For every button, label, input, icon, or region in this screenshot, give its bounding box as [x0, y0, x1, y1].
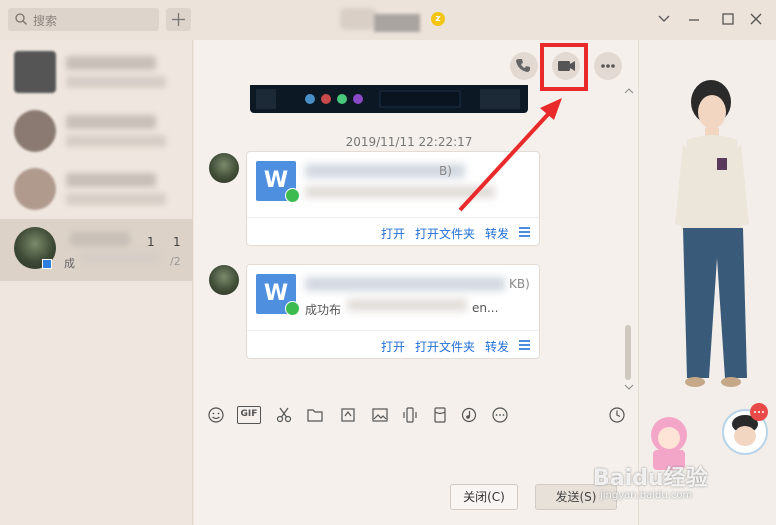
history-clock-icon[interactable] — [608, 406, 626, 424]
search-placeholder: 搜索 — [33, 14, 58, 28]
sticker-icon[interactable] — [339, 406, 357, 424]
file-size: B) — [439, 164, 452, 178]
contact-meta: 1 — [147, 235, 155, 249]
sender-avatar[interactable] — [209, 265, 239, 295]
file-message-card[interactable]: W B) 打开 打开文件夹 转发 — [246, 151, 540, 246]
menu-icon[interactable] — [519, 340, 530, 350]
checkmark-icon — [285, 301, 300, 316]
close-icon[interactable] — [748, 11, 764, 27]
menu-icon[interactable] — [519, 227, 530, 237]
checkmark-icon — [285, 188, 300, 203]
open-file-link[interactable]: 打开 — [381, 338, 405, 355]
image-message[interactable] — [250, 85, 528, 113]
maximize-icon[interactable] — [720, 11, 736, 27]
avatar-figure-illustration — [651, 80, 768, 470]
contact-count: 1 — [173, 235, 181, 249]
emoji-icon[interactable] — [207, 406, 225, 424]
forward-link[interactable]: 转发 — [485, 338, 509, 355]
scroll-down-icon[interactable] — [624, 384, 634, 392]
voice-call-button[interactable] — [510, 52, 538, 80]
more-options-button[interactable] — [594, 52, 622, 80]
folder-icon[interactable] — [306, 406, 324, 424]
baidu-watermark: Baidu经验 — [593, 466, 708, 491]
image-icon[interactable] — [371, 406, 389, 424]
search-icon — [15, 13, 27, 25]
close-button[interactable]: 关闭(C) — [450, 484, 518, 510]
more-icon — [601, 64, 615, 68]
vip-badge: z — [431, 12, 445, 26]
music-icon[interactable] — [460, 406, 478, 424]
contact-item[interactable] — [0, 102, 193, 162]
contact-item[interactable] — [0, 160, 193, 220]
contact-item[interactable] — [0, 43, 193, 103]
file-status: 成功布 — [305, 303, 342, 317]
shake-icon[interactable] — [401, 406, 419, 424]
plus-icon — [172, 13, 185, 26]
minimize-icon[interactable] — [686, 11, 702, 27]
chevron-down-icon[interactable] — [656, 11, 672, 27]
forward-link[interactable]: 转发 — [485, 225, 509, 242]
chat-title — [340, 6, 428, 32]
message-timestamp: 2019/11/11 22:22:17 — [345, 135, 473, 149]
contact-preview-tail: /2 — [170, 255, 181, 268]
search-box[interactable]: 搜索 — [8, 8, 159, 31]
open-folder-link[interactable]: 打开文件夹 — [415, 338, 475, 355]
message-input[interactable] — [194, 430, 638, 525]
title-bar: 搜索 z — [0, 0, 776, 40]
gif-button[interactable]: GIF — [237, 406, 261, 424]
open-file-link[interactable]: 打开 — [381, 225, 405, 242]
contact-item-selected[interactable]: 1 1 成 /2 — [0, 219, 193, 281]
contact-list: 1 1 成 /2 — [0, 40, 193, 525]
avatar — [14, 168, 56, 210]
sender-avatar[interactable] — [209, 153, 239, 183]
open-folder-link[interactable]: 打开文件夹 — [415, 225, 475, 242]
avatar — [14, 110, 56, 152]
more-tools-icon[interactable] — [491, 406, 509, 424]
scissors-icon[interactable] — [275, 406, 293, 424]
scroll-up-icon[interactable] — [624, 86, 634, 94]
baidu-watermark-url: jingyan.baidu.com — [600, 490, 693, 501]
scrollbar-thumb[interactable] — [625, 325, 631, 380]
phone-icon — [516, 59, 530, 72]
avatar — [14, 51, 56, 93]
file-message-card[interactable]: W KB) 成功布 en... 打开 打开文件夹 转发 — [246, 264, 540, 359]
file-size: KB) — [509, 277, 530, 291]
video-call-highlight-box — [540, 43, 588, 91]
chat-panel: 2019/11/11 22:22:17 W B) 打开 打开文件夹 转发 W K… — [194, 40, 638, 525]
contact-preview: 成 — [64, 257, 75, 270]
input-toolbar: GIF — [194, 400, 638, 428]
device-badge — [42, 259, 52, 269]
avatar-show-panel — [638, 40, 776, 525]
add-button[interactable] — [166, 8, 191, 31]
red-packet-icon[interactable] — [431, 406, 449, 424]
file-status-tail: en... — [472, 301, 499, 315]
